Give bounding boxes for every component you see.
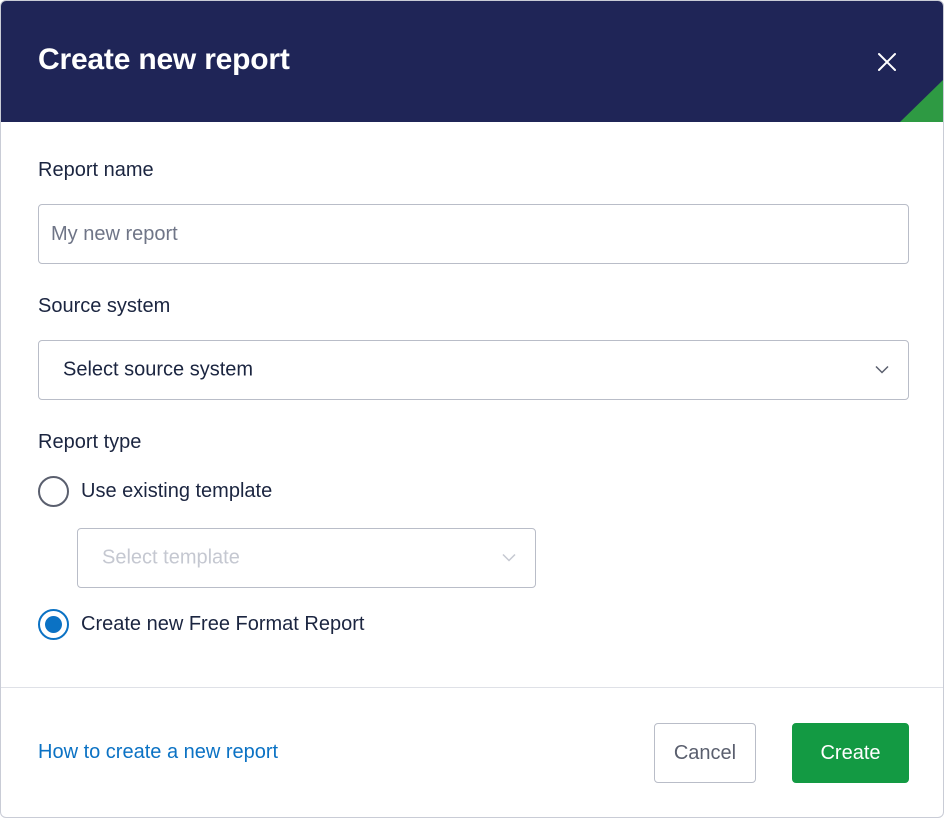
dialog-title: Create new report xyxy=(38,43,290,76)
report-name-label: Report name xyxy=(38,159,154,181)
template-select-value: Select template xyxy=(102,546,240,569)
radio-label: Create new Free Format Report xyxy=(81,612,365,635)
close-icon xyxy=(878,53,896,71)
radio-button-checked[interactable] xyxy=(38,608,69,640)
cancel-button[interactable]: Cancel xyxy=(654,723,756,783)
chevron-down-icon xyxy=(875,365,889,374)
create-report-dialog: Create new report Report name Source sys… xyxy=(0,0,944,818)
source-system-value: Select source system xyxy=(63,358,254,381)
help-link[interactable]: How to create a new report xyxy=(38,741,278,764)
footer-divider xyxy=(1,687,943,688)
report-type-label: Report type xyxy=(38,431,142,453)
report-name-input[interactable] xyxy=(38,204,909,264)
close-button[interactable] xyxy=(871,46,903,78)
source-system-label: Source system xyxy=(38,295,171,317)
radio-button[interactable] xyxy=(38,475,69,507)
create-button[interactable]: Create xyxy=(792,723,909,783)
source-system-select[interactable]: Select source system xyxy=(38,340,909,400)
corner-accent xyxy=(900,79,943,122)
radio-label: Use existing template xyxy=(81,479,273,502)
dialog-header: Create new report xyxy=(1,1,943,122)
template-select[interactable]: Select template xyxy=(77,528,536,588)
radio-use-existing-template[interactable]: Use existing template xyxy=(38,475,272,507)
radio-create-free-format[interactable]: Create new Free Format Report xyxy=(38,608,364,640)
chevron-down-icon xyxy=(502,553,516,562)
